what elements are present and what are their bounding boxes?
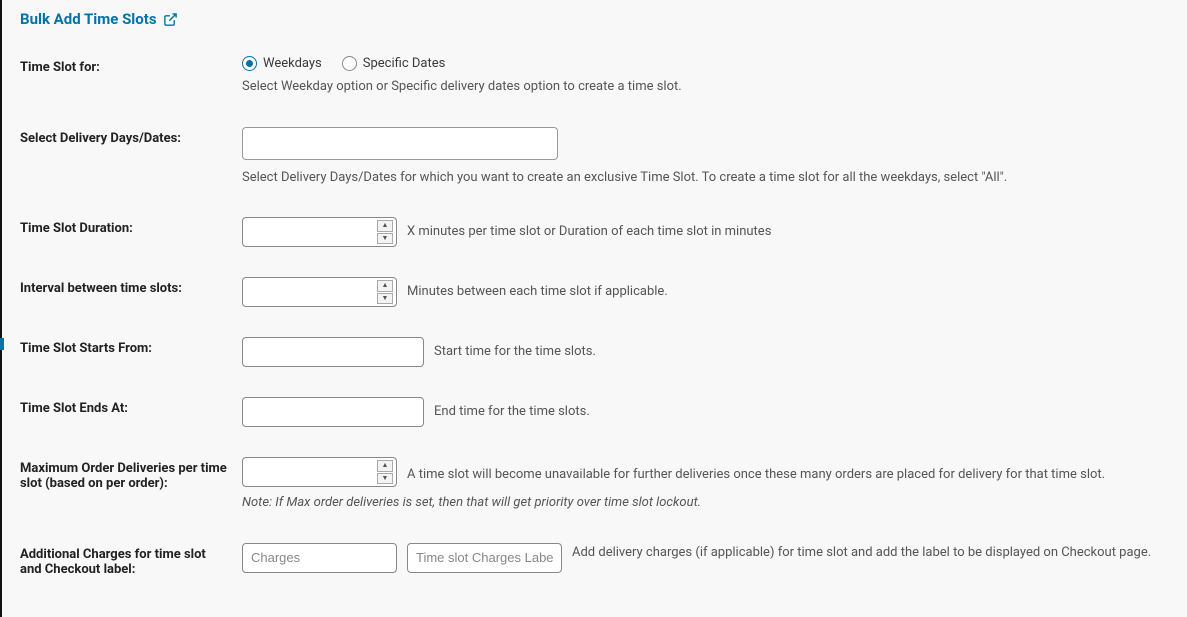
helper-time-slot-for: Select Weekday option or Specific delive… xyxy=(242,77,1187,97)
spinner-max-deliveries[interactable]: ▲ ▼ xyxy=(377,460,393,484)
input-starts-from[interactable] xyxy=(242,337,424,367)
helper-select-days: Select Delivery Days/Dates for which you… xyxy=(242,168,1187,188)
helper-starts: Start time for the time slots. xyxy=(434,342,596,362)
form-table: Time Slot for: Weekdays Specific Dates S… xyxy=(20,56,1187,587)
chevron-down-icon[interactable]: ▼ xyxy=(377,473,393,485)
chevron-up-icon[interactable]: ▲ xyxy=(377,460,393,472)
label-time-slot-for: Time Slot for: xyxy=(20,56,242,127)
label-duration: Time Slot Duration: xyxy=(20,217,242,277)
input-charges[interactable] xyxy=(242,543,397,573)
chevron-up-icon[interactable]: ▲ xyxy=(377,220,393,232)
external-link-icon xyxy=(163,12,178,27)
spinner-interval[interactable]: ▲ ▼ xyxy=(377,280,393,304)
label-interval: Interval between time slots: xyxy=(20,277,242,337)
bulk-add-time-slots-form: Bulk Add Time Slots Time Slot for: Weekd… xyxy=(0,0,1187,617)
chevron-up-icon[interactable]: ▲ xyxy=(377,280,393,292)
helper-max-deliveries: A time slot will become unavailable for … xyxy=(407,465,1105,485)
radio-weekdays-label: Weekdays xyxy=(263,56,322,71)
section-heading-text: Bulk Add Time Slots xyxy=(20,10,157,28)
helper-interval: Minutes between each time slot if applic… xyxy=(407,282,668,302)
input-max-deliveries[interactable] xyxy=(242,457,397,487)
section-heading[interactable]: Bulk Add Time Slots xyxy=(20,10,178,28)
helper-ends: End time for the time slots. xyxy=(434,402,590,422)
radio-weekdays[interactable]: Weekdays xyxy=(242,56,322,71)
left-accent-indicator xyxy=(0,338,4,350)
label-starts: Time Slot Starts From: xyxy=(20,337,242,397)
input-charges-label[interactable] xyxy=(407,543,562,573)
label-ends: Time Slot Ends At: xyxy=(20,397,242,457)
helper-charges: Add delivery charges (if applicable) for… xyxy=(572,543,1187,563)
helper-duration: X minutes per time slot or Duration of e… xyxy=(407,222,771,242)
radio-icon-checked xyxy=(242,56,257,71)
spinner-duration[interactable]: ▲ ▼ xyxy=(377,220,393,244)
label-max-deliveries: Maximum Order Deliveries per time slot (… xyxy=(20,457,242,543)
input-interval[interactable] xyxy=(242,277,397,307)
input-select-days[interactable] xyxy=(242,127,558,160)
radio-group-time-slot-for: Weekdays Specific Dates xyxy=(242,56,1187,71)
note-max-deliveries: Note: If Max order deliveries is set, th… xyxy=(242,493,1187,513)
radio-specific-dates-label: Specific Dates xyxy=(363,56,446,71)
label-select-days: Select Delivery Days/Dates: xyxy=(20,127,242,218)
chevron-down-icon[interactable]: ▼ xyxy=(377,233,393,245)
radio-specific-dates[interactable]: Specific Dates xyxy=(342,56,446,71)
radio-icon-unchecked xyxy=(342,56,357,71)
chevron-down-icon[interactable]: ▼ xyxy=(377,293,393,305)
input-duration[interactable] xyxy=(242,217,397,247)
label-charges: Additional Charges for time slot and Che… xyxy=(20,543,242,587)
input-ends-at[interactable] xyxy=(242,397,424,427)
